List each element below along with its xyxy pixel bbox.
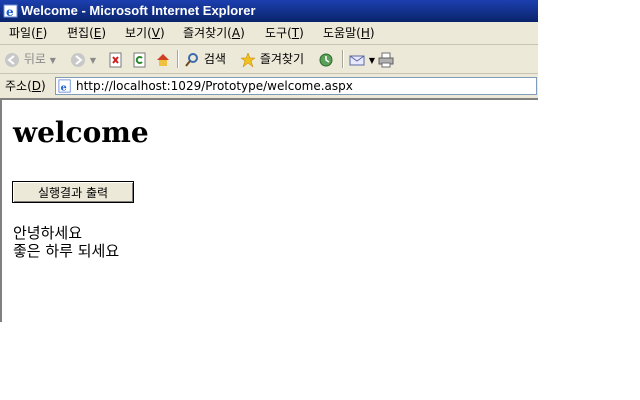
refresh-button[interactable] <box>132 49 148 69</box>
printer-icon <box>378 52 394 67</box>
stop-button[interactable] <box>108 49 124 69</box>
chevron-down-icon: ▼ <box>368 56 375 65</box>
menu-favorites[interactable]: 즐겨찾기(A) <box>183 22 245 44</box>
home-button[interactable] <box>155 49 171 69</box>
browser-window: e Welcome - Microsoft Internet Explorer … <box>0 0 538 322</box>
forward-arrow-icon <box>71 52 85 67</box>
print-result-button[interactable]: 실행결과 출력 <box>12 181 134 203</box>
greeting-line-1: 안녕하세요 <box>13 224 83 242</box>
search-label: 검색 <box>203 52 226 66</box>
window-title: Welcome - Microsoft Internet Explorer <box>21 3 256 18</box>
address-label: 주소(D) <box>5 79 46 93</box>
menu-view[interactable]: 보기(V) <box>125 22 165 44</box>
mail-icon <box>349 55 365 65</box>
chevron-down-icon: ▼ <box>49 56 56 65</box>
chevron-down-icon: ▼ <box>89 56 96 65</box>
history-icon <box>319 53 333 66</box>
ie-icon: e <box>3 4 18 19</box>
back-label: 뒤로 <box>23 52 46 66</box>
refresh-icon <box>133 52 146 67</box>
svg-text:e: e <box>61 82 67 93</box>
menu-edit[interactable]: 편집(E) <box>67 22 106 44</box>
svg-text:e: e <box>6 5 14 19</box>
greeting-line-2: 좋은 하루 되세요 <box>13 242 120 260</box>
address-url: http://localhost:1029/Prototype/welcome.… <box>76 79 353 93</box>
menu-bar: 파일(F) 편집(E) 보기(V) 즐겨찾기(A) 도구(T) 도움말(H) <box>0 22 538 45</box>
search-icon <box>185 52 198 67</box>
title-bar: e Welcome - Microsoft Internet Explorer <box>0 0 538 22</box>
home-icon <box>157 53 169 66</box>
stop-icon <box>109 52 122 67</box>
menu-file[interactable]: 파일(F) <box>9 22 47 44</box>
page-heading: welcome <box>13 116 149 149</box>
menu-help[interactable]: 도움말(H) <box>323 22 375 44</box>
favorites-button[interactable]: 즐겨찾기 <box>240 49 304 69</box>
star-icon <box>240 51 256 68</box>
page-content: welcome 실행결과 출력 안녕하세요 좋은 하루 되세요 <box>0 100 538 322</box>
favorites-label: 즐겨찾기 <box>259 52 304 66</box>
back-arrow-icon <box>5 52 19 67</box>
mail-button[interactable]: ▼ <box>349 49 375 69</box>
address-input[interactable]: e http://localhost:1029/Prototype/welcom… <box>55 77 537 95</box>
ie-page-icon: e <box>58 79 71 93</box>
address-bar: 주소(D) e http://localhost:1029/Prototype/… <box>0 74 538 100</box>
forward-button[interactable]: ▼ <box>70 49 96 69</box>
print-button[interactable] <box>378 49 394 69</box>
toolbar: 뒤로 ▼ ▼ 검색 즐겨찾기 ▼ <box>0 45 538 74</box>
back-button[interactable]: 뒤로 ▼ <box>4 49 56 69</box>
menu-tools[interactable]: 도구(T) <box>265 22 304 44</box>
search-button[interactable]: 검색 <box>184 49 226 69</box>
history-button[interactable] <box>318 49 334 69</box>
